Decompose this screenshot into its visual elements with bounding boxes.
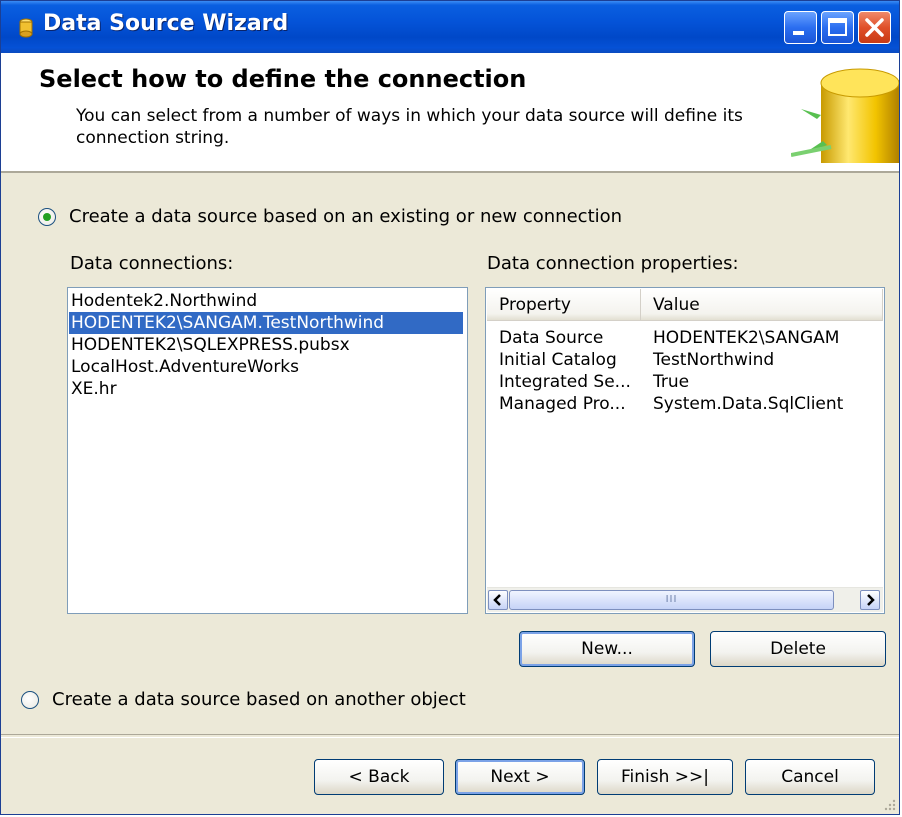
page-title: Select how to define the connection bbox=[39, 65, 527, 93]
scroll-right-button[interactable] bbox=[860, 590, 880, 610]
cancel-button[interactable]: Cancel bbox=[745, 759, 875, 795]
chevron-right-icon bbox=[867, 594, 875, 606]
property-name-cell: Initial Catalog bbox=[499, 350, 617, 370]
radio-selected-dot bbox=[43, 213, 51, 221]
window-title: Data Source Wizard bbox=[43, 11, 289, 36]
wizard-app-icon bbox=[19, 18, 33, 38]
property-name-cell: Managed Pro... bbox=[499, 394, 626, 414]
column-header-value[interactable]: Value bbox=[641, 289, 883, 321]
property-value-cell: HODENTEK2\SANGAM bbox=[653, 328, 840, 348]
radio-existing-connection[interactable] bbox=[38, 208, 56, 226]
resize-grip-icon[interactable] bbox=[883, 798, 897, 812]
list-item-selected[interactable]: HODENTEK2\SANGAM.TestNorthwind bbox=[69, 312, 463, 334]
list-item[interactable]: XE.hr bbox=[69, 378, 117, 400]
title-bar[interactable]: Data Source Wizard bbox=[1, 1, 899, 53]
scroll-thumb[interactable]: III bbox=[509, 590, 834, 610]
radio-another-object[interactable] bbox=[21, 691, 39, 709]
scroll-thumb-grip: III bbox=[665, 594, 678, 605]
wizard-window: Data Source Wizard Select how to define … bbox=[0, 0, 900, 815]
close-button[interactable] bbox=[858, 11, 891, 44]
connection-properties-grid[interactable]: Property Value Data Source HODENTEK2\SAN… bbox=[485, 287, 885, 614]
radio-another-object-label[interactable]: Create a data source based on another ob… bbox=[52, 689, 466, 710]
property-name-cell: Data Source bbox=[499, 328, 604, 348]
chevron-left-icon bbox=[493, 594, 501, 606]
footer-divider bbox=[1, 734, 899, 738]
data-connections-label: Data connections: bbox=[70, 253, 234, 274]
next-button[interactable]: Next > bbox=[455, 759, 585, 795]
list-item[interactable]: Hodentek2.Northwind bbox=[69, 290, 257, 312]
new-connection-button[interactable]: New... bbox=[519, 631, 695, 667]
list-item[interactable]: HODENTEK2\SQLEXPRESS.pubsx bbox=[69, 334, 350, 356]
close-icon bbox=[865, 18, 884, 37]
property-value-cell: True bbox=[653, 372, 690, 392]
maximize-button[interactable] bbox=[821, 11, 854, 44]
delete-connection-button[interactable]: Delete bbox=[710, 631, 886, 667]
property-value-cell: System.Data.SqlClient bbox=[653, 394, 844, 414]
database-graphic-icon bbox=[791, 68, 899, 163]
page-subtitle: You can select from a number of ways in … bbox=[76, 106, 743, 148]
property-value-cell: TestNorthwind bbox=[653, 350, 775, 370]
data-connection-properties-label: Data connection properties: bbox=[487, 253, 739, 274]
maximize-icon bbox=[828, 18, 847, 36]
horizontal-scrollbar[interactable]: III bbox=[487, 587, 883, 612]
minimize-icon bbox=[793, 31, 804, 35]
scroll-left-button[interactable] bbox=[488, 590, 508, 610]
minimize-button[interactable] bbox=[784, 11, 817, 44]
list-item[interactable]: LocalHost.AdventureWorks bbox=[69, 356, 299, 378]
radio-existing-connection-label[interactable]: Create a data source based on an existin… bbox=[69, 206, 622, 227]
column-header-property[interactable]: Property bbox=[487, 289, 641, 321]
finish-button[interactable]: Finish >>| bbox=[597, 759, 733, 795]
back-button[interactable]: < Back bbox=[314, 759, 444, 795]
data-connections-list[interactable]: Hodentek2.Northwind HODENTEK2\SANGAM.Tes… bbox=[67, 287, 468, 614]
property-name-cell: Integrated Se... bbox=[499, 372, 631, 392]
